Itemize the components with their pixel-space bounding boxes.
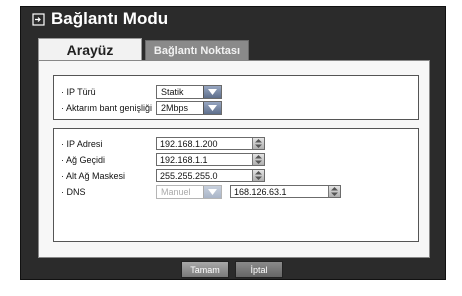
dns-field[interactable]: 168.126.63.1 [230,185,341,198]
title-bar: Bağlantı Modu [21,7,445,31]
bandwidth-select[interactable]: 2Mbps [156,101,222,115]
spinner-icon[interactable] [252,154,264,165]
subnet-row: · Alt Ağ Maskesi 255.255.255.0 [54,169,418,184]
page-title: Bağlantı Modu [51,9,169,28]
ip-type-label: · IP Türü [61,87,96,97]
dns-mode-value: Manuel [161,187,191,197]
subnet-label: · Alt Ağ Maskesi [61,171,126,181]
ip-type-value: Statik [161,87,184,97]
ip-address-label: · IP Adresi [61,139,103,149]
gateway-row: · Ağ Geçidi 192.168.1.1 [54,153,418,168]
ip-address-value: 192.168.1.200 [160,139,218,149]
cancel-button[interactable]: İptal [235,261,283,278]
tab-port[interactable]: Bağlantı Noktası [145,40,249,60]
bandwidth-value: 2Mbps [161,103,189,113]
subnet-field[interactable]: 255.255.255.0 [156,169,265,182]
dns-value: 168.126.63.1 [234,187,287,197]
footer-bar: Tamam İptal [21,258,445,279]
gateway-label: · Ağ Geçidi [61,155,106,165]
exit-icon [32,12,45,26]
bandwidth-label: · Aktarım bant genişliği [61,103,153,113]
network-group: · IP Adresi 192.168.1.200 · Ağ Geçidi 19… [53,128,419,242]
dns-mode-select: Manuel [156,185,222,199]
dns-label: · DNS [61,187,86,197]
tab-interface[interactable]: Arayüz [38,38,142,60]
ip-type-row: · IP Türü Statik [54,85,418,100]
ok-button[interactable]: Tamam [181,261,229,278]
chevron-down-icon [203,186,221,198]
gateway-value: 192.168.1.1 [160,155,208,165]
chevron-down-icon [203,86,221,98]
bandwidth-row: · Aktarım bant genişliği 2Mbps [54,101,418,116]
chevron-down-icon [203,102,221,114]
ip-address-field[interactable]: 192.168.1.200 [156,137,265,150]
ip-address-row: · IP Adresi 192.168.1.200 [54,137,418,152]
spinner-icon[interactable] [252,138,264,149]
connection-mode-window: Bağlantı Modu Arayüz Bağlantı Noktası · … [20,6,446,280]
ip-type-group: · IP Türü Statik · Aktarım bant genişliğ… [53,75,419,120]
tab-bar: Arayüz Bağlantı Noktası [38,38,249,60]
settings-panel: · IP Türü Statik · Aktarım bant genişliğ… [38,60,430,258]
ip-type-select[interactable]: Statik [156,85,222,99]
spinner-icon[interactable] [328,186,340,197]
dns-row: · DNS Manuel 168.126.63.1 [54,185,418,200]
subnet-value: 255.255.255.0 [160,171,218,181]
gateway-field[interactable]: 192.168.1.1 [156,153,265,166]
spinner-icon[interactable] [252,170,264,181]
